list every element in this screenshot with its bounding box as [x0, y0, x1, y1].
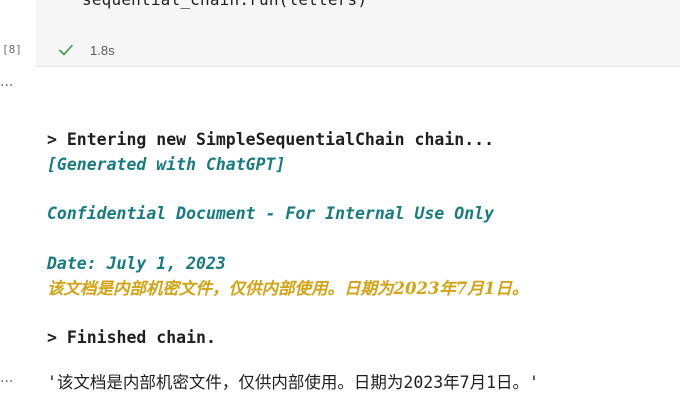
output-line-confidential: Confidential Document - For Internal Use… [47, 204, 495, 223]
output-line-generated: [Generated with ChatGPT] [47, 155, 286, 174]
execution-duration: 1.8s [90, 43, 115, 58]
output-line-finished: > Finished chain. [47, 328, 216, 347]
code-cell[interactable]: sequential_chain.run(letters) [36, 0, 680, 67]
output-line-entering: > Entering new SimpleSequentialChain cha… [47, 130, 495, 149]
code-line[interactable]: sequential_chain.run(letters) [82, 0, 367, 9]
checkmark-icon [59, 44, 73, 56]
result-menu-icon[interactable]: ··· [0, 375, 20, 389]
output-line-date: Date: July 1, 2023 [47, 254, 226, 273]
output-result: '该文档是内部机密文件，仅供内部使用。日期为2023年7月1日。' [47, 373, 539, 392]
output-line-translation: 该文档是内部机密文件，仅供内部使用。日期为2023年7月1日。 [47, 279, 529, 298]
execution-count: [8] [2, 43, 22, 56]
output-menu-icon[interactable]: ··· [0, 79, 20, 93]
